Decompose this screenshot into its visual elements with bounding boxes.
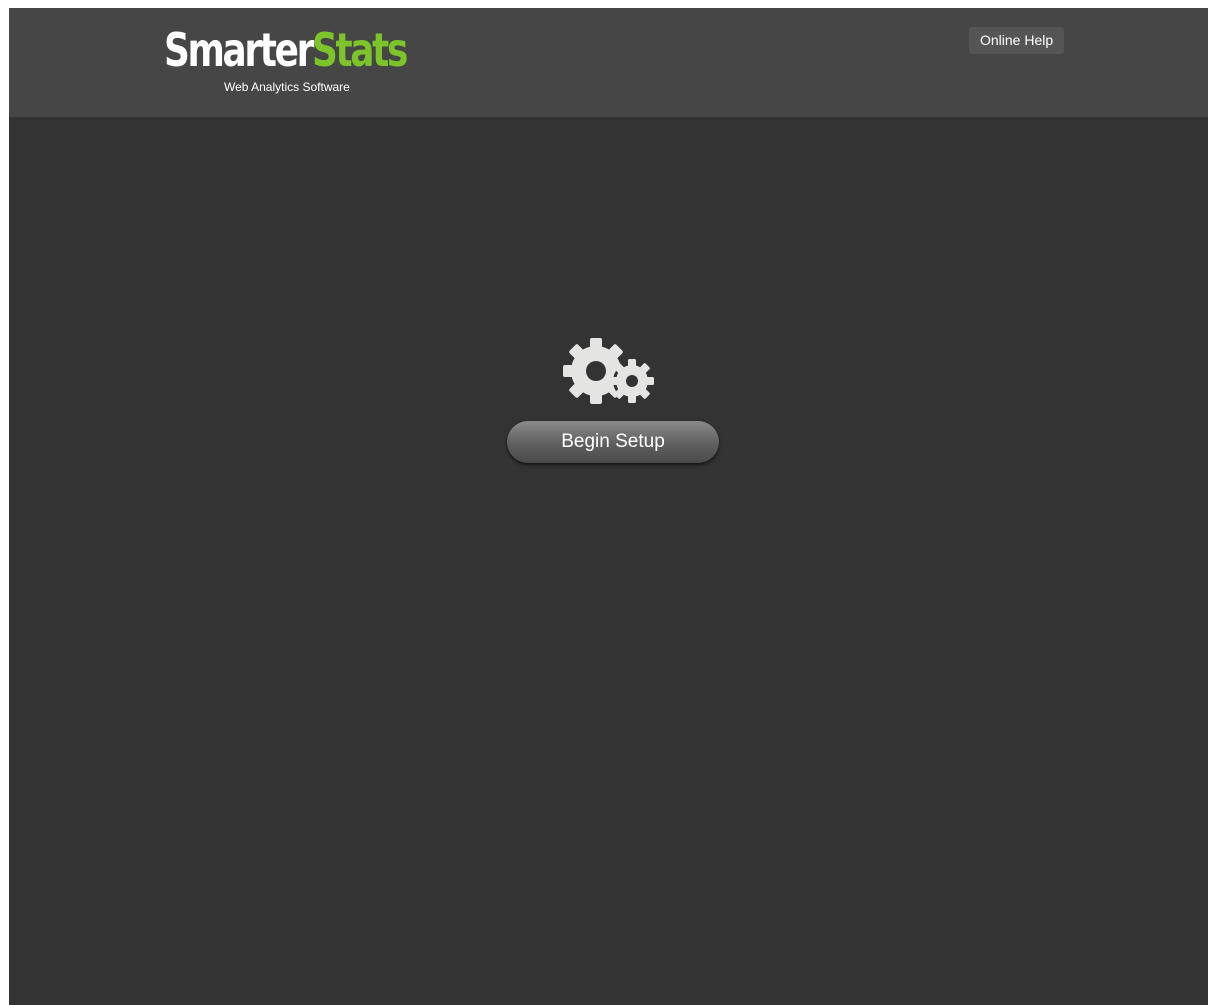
begin-setup-button[interactable]: Begin Setup bbox=[507, 421, 719, 463]
smarterstats-logo: SmarterStats Web Analytics Software bbox=[164, 24, 408, 104]
logo-word-stats: Stats bbox=[311, 23, 408, 77]
logo-tagline: Web Analytics Software bbox=[224, 80, 350, 94]
online-help-button[interactable]: Online Help bbox=[969, 27, 1065, 54]
header-bar: SmarterStats Web Analytics Software Onli… bbox=[9, 8, 1208, 117]
logo-wordmark: SmarterStats bbox=[164, 23, 408, 77]
logo-word-smarter: Smarter bbox=[164, 23, 314, 77]
gears-icon bbox=[563, 338, 654, 404]
app-window: SmarterStats Web Analytics Software Onli… bbox=[9, 8, 1208, 1005]
